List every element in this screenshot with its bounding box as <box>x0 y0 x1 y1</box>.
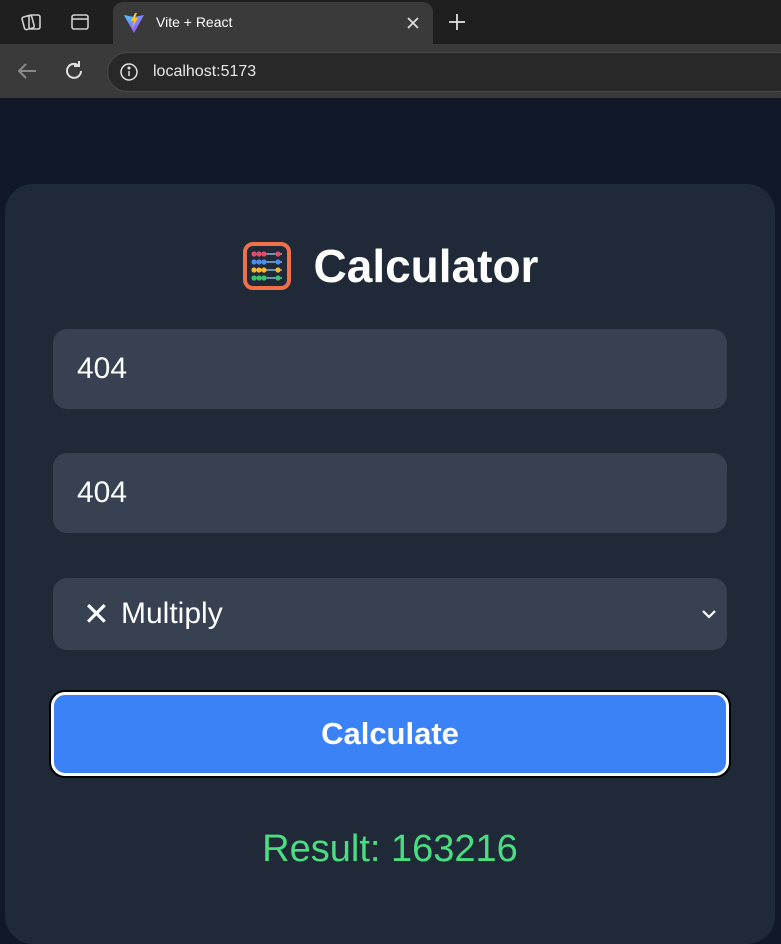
second-number-input[interactable] <box>53 453 727 533</box>
result-label: Result: <box>262 828 381 870</box>
result-text: Result: 163216 <box>5 828 775 871</box>
chevron-down-icon <box>702 610 716 619</box>
calculate-button[interactable]: Calculate <box>51 692 729 776</box>
tab-vite-react[interactable]: Vite + React <box>113 2 433 44</box>
reload-button[interactable] <box>59 56 89 86</box>
workspaces-button[interactable] <box>15 6 49 38</box>
tab-title: Vite + React <box>156 14 233 30</box>
url-text: localhost:5173 <box>153 63 257 80</box>
vite-logo-icon <box>124 13 144 33</box>
site-info-icon[interactable] <box>119 62 139 82</box>
tab-close-button[interactable] <box>403 13 423 33</box>
browser-toolbar: localhost:5173 <box>0 44 781 98</box>
page-viewport: Calculator ✕ Multiply Calculate Result: … <box>5 98 781 944</box>
workspaces-icon <box>21 14 41 31</box>
address-bar[interactable]: localhost:5173 <box>107 52 781 92</box>
vertical-tabs-button[interactable] <box>63 6 97 38</box>
abacus-icon <box>242 242 291 290</box>
plus-icon <box>449 14 465 30</box>
new-tab-button[interactable] <box>441 6 473 38</box>
result-value: 163216 <box>391 828 518 870</box>
operation-select[interactable]: ✕ Multiply <box>53 578 727 650</box>
browser-tab-strip: Vite + React <box>0 0 781 44</box>
back-button[interactable] <box>12 56 42 86</box>
reload-icon <box>66 61 82 79</box>
operation-select-value: Multiply <box>121 597 223 630</box>
calculator-card: Calculator ✕ Multiply Calculate Result: … <box>5 184 775 944</box>
title-row: Calculator <box>5 236 775 296</box>
tab-actions-icon <box>71 14 89 30</box>
back-arrow-icon <box>17 63 36 79</box>
page-title: Calculator <box>313 240 539 292</box>
close-icon <box>407 17 419 29</box>
multiply-icon: ✕ <box>83 595 110 633</box>
first-number-input[interactable] <box>53 329 727 409</box>
